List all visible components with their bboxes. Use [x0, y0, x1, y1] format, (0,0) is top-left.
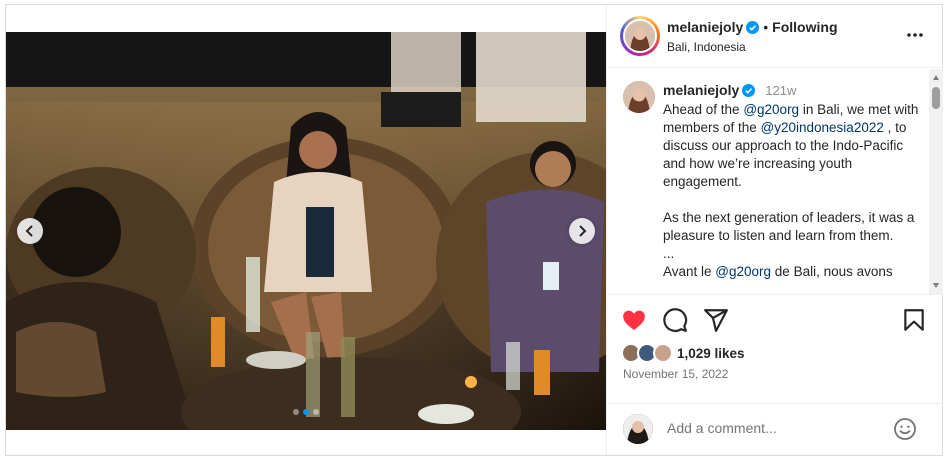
comment-button[interactable] — [662, 307, 688, 333]
scrollbar[interactable] — [929, 69, 943, 294]
caption-text-segment: de Bali, nous avons — [771, 264, 893, 279]
location-link[interactable]: Bali, Indonesia — [667, 40, 838, 54]
comment-input[interactable] — [667, 420, 867, 436]
story-ring-avatar[interactable] — [620, 16, 660, 56]
post-age: 121w — [765, 83, 797, 98]
scroll-down-arrow-icon[interactable] — [933, 283, 939, 288]
caption-text-segment: Avant le — [663, 264, 716, 279]
caption-text: Ahead of the @g20org in Bali, we met wit… — [663, 101, 921, 281]
caption-text-segment: Ahead of the — [663, 102, 744, 117]
carousel-dot — [293, 409, 299, 415]
post-date: November 15, 2022 — [623, 367, 729, 381]
username-link[interactable]: melaniejoly — [667, 19, 743, 35]
carousel-dot — [313, 409, 319, 415]
more-options-button[interactable] — [905, 25, 925, 45]
comment-bar — [607, 403, 943, 455]
comment-icon — [663, 308, 688, 332]
carousel-indicator — [6, 409, 606, 415]
caption-ellipsis: ... — [663, 246, 675, 261]
post-details-panel: melaniejoly • Following Bali, Indonesia me… — [606, 5, 943, 455]
bookmark-icon — [904, 309, 924, 331]
verified-badge-icon — [746, 21, 760, 34]
verified-badge-icon — [742, 84, 756, 97]
chevron-left-icon — [25, 225, 33, 237]
header-text: melaniejoly • Following Bali, Indonesia — [667, 19, 838, 54]
avatar — [623, 414, 653, 444]
media-panel — [6, 5, 606, 455]
carousel-dot-active — [303, 409, 309, 415]
post-photo[interactable] — [6, 32, 606, 430]
chevron-right-icon — [579, 225, 587, 237]
avatar — [653, 343, 673, 363]
caption: melaniejoly 121w Ahead of the @g20org in … — [663, 81, 921, 281]
separator-dot: • — [763, 19, 769, 35]
avatar — [625, 21, 655, 51]
caption-scroll-area[interactable]: melaniejoly 121w Ahead of the @g20org in … — [607, 69, 943, 295]
scroll-up-arrow-icon[interactable] — [933, 75, 939, 80]
send-icon — [704, 309, 728, 332]
avatar[interactable] — [623, 81, 655, 113]
carousel-prev-button[interactable] — [17, 218, 43, 244]
smiley-icon — [894, 418, 916, 440]
mention-link[interactable]: @g20org — [715, 264, 771, 279]
carousel-next-button[interactable] — [569, 218, 595, 244]
caption-paragraph: As the next generation of leaders, it wa… — [663, 210, 915, 243]
heart-filled-icon — [623, 310, 645, 330]
mention-link[interactable]: @g20org — [743, 102, 799, 117]
action-bar — [607, 297, 943, 341]
share-button[interactable] — [703, 307, 729, 333]
scrollbar-thumb[interactable] — [932, 87, 940, 109]
more-horizontal-icon — [907, 33, 923, 37]
mention-link[interactable]: @y20indonesia2022 — [761, 120, 884, 135]
save-button[interactable] — [901, 307, 927, 333]
like-button[interactable] — [621, 307, 647, 333]
post-dialog: melaniejoly • Following Bali, Indonesia me… — [5, 4, 943, 456]
caption-username[interactable]: melaniejoly — [663, 82, 739, 98]
emoji-button[interactable] — [893, 417, 917, 441]
liker-avatars — [621, 343, 675, 363]
post-header: melaniejoly • Following Bali, Indonesia — [607, 5, 943, 68]
likes-count[interactable]: 1,029 likes — [677, 346, 745, 361]
following-button[interactable]: Following — [772, 19, 837, 35]
likes-summary[interactable]: 1,029 likes — [621, 341, 745, 365]
